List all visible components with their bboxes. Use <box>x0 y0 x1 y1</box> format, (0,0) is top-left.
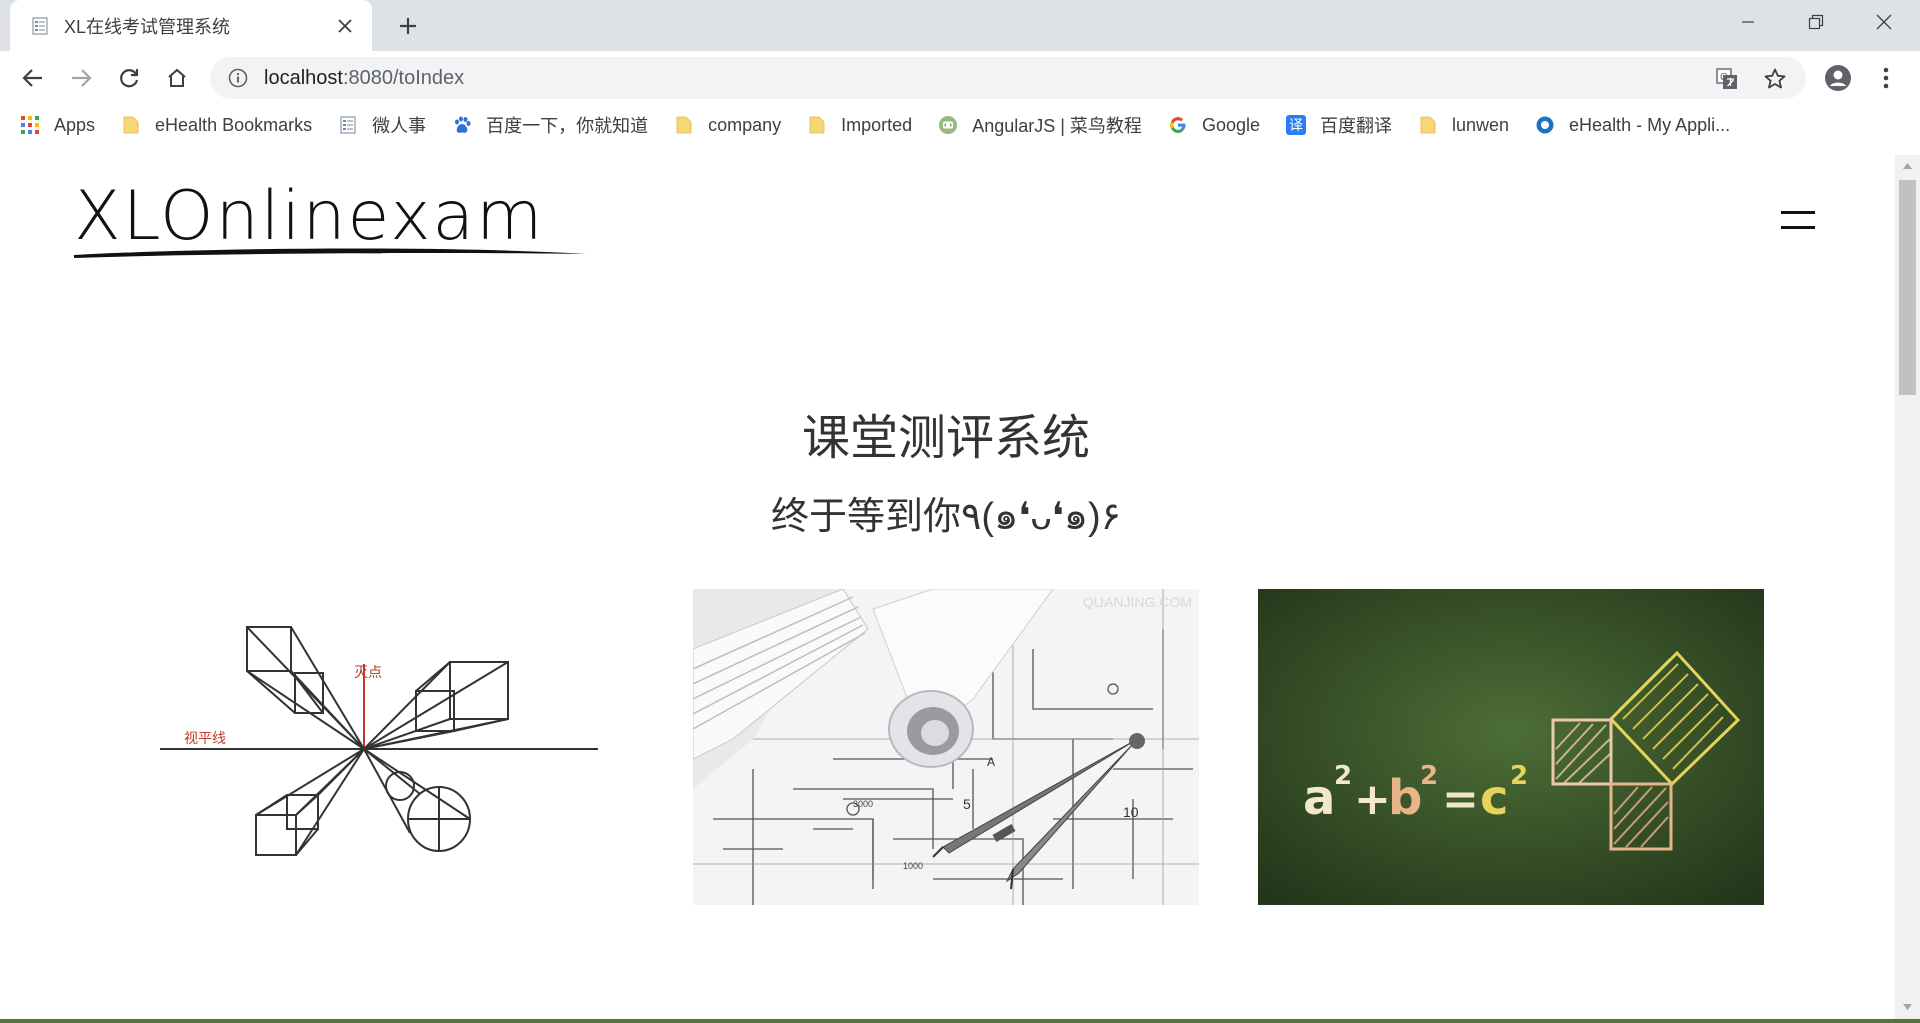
bookmark-google[interactable]: Google <box>1168 109 1260 141</box>
site-logo[interactable]: XLOnlinexam <box>74 177 586 259</box>
bookmark-weirenshi[interactable]: 微人事 <box>338 109 426 141</box>
bookmark-label: 百度翻译 <box>1319 116 1392 136</box>
home-button[interactable] <box>160 61 194 95</box>
folder-icon <box>809 116 825 134</box>
restore-button[interactable] <box>1782 0 1850 44</box>
baidu-translate-icon: 译 <box>1285 115 1306 135</box>
blueprint-label-1000: 1000 <box>903 861 923 871</box>
bookmark-imported[interactable]: Imported <box>807 109 912 141</box>
forward-button[interactable] <box>64 61 98 95</box>
folder-icon <box>676 116 692 134</box>
page-viewport: XLOnlinexam 课堂测评系统 终于等到你٩(๑❛ᴗ❛๑)۶ 灭点 视平线 <box>0 155 1920 1019</box>
blueprint-label-10: 10 <box>1123 804 1139 820</box>
bookmark-lunwen[interactable]: lunwen <box>1418 109 1509 141</box>
formula-plus: + <box>1354 774 1391 825</box>
blueprint-label-a: A <box>987 755 995 769</box>
bookmark-label: eHealth - My Appli... <box>1569 114 1731 135</box>
close-window-button[interactable] <box>1850 0 1918 44</box>
translate-icon[interactable]: G <box>1714 66 1740 92</box>
folder-icon <box>123 116 139 134</box>
apps-grid-icon <box>21 116 39 134</box>
bookmark-baidu[interactable]: 百度一下，你就知道 <box>452 109 648 141</box>
vanishing-point-label: 灭点 <box>354 665 382 681</box>
page-icon <box>32 16 48 35</box>
watermark-text: QUANJING.COM <box>1083 594 1192 610</box>
back-button[interactable] <box>16 61 50 95</box>
bookmark-label: 微人事 <box>372 116 427 136</box>
taskbar-edge <box>0 1019 1920 1023</box>
arrow-right-icon <box>72 69 92 87</box>
new-tab-button[interactable] <box>392 10 424 42</box>
bookmark-label: lunwen <box>1451 114 1510 135</box>
bookmark-label: AngularJS | 菜鸟教程 <box>972 116 1142 136</box>
account-circle-icon <box>1825 65 1851 91</box>
logo-swoosh <box>74 248 586 258</box>
bookmark-ehealth-app[interactable]: eHealth - My Appli... <box>1535 109 1730 141</box>
bookmark-label: Imported <box>841 114 913 135</box>
page-title: 课堂测评系统 <box>801 412 1090 465</box>
minimize-button[interactable] <box>1714 0 1782 44</box>
reload-icon <box>120 69 139 88</box>
tab-title: XL在线考试管理系统 <box>64 16 231 37</box>
card-pythagorean-chalkboard[interactable]: a 2 + b 2 = c 2 <box>1258 589 1764 905</box>
scroll-up-arrow-icon[interactable] <box>1899 157 1916 174</box>
translate-badge: G <box>1720 72 1728 83</box>
blueprint-label-5: 5 <box>963 796 971 812</box>
perspective-illustration: 灭点 视平线 <box>152 589 658 905</box>
bookmark-apps[interactable]: Apps <box>20 109 95 141</box>
profile-button[interactable] <box>1821 61 1855 95</box>
arrow-left-icon <box>22 69 42 87</box>
page-subtitle: 终于等到你٩(๑❛ᴗ❛๑)۶ <box>770 496 1122 538</box>
formula-a: a <box>1303 770 1335 826</box>
formula-c-exp: 2 <box>1510 761 1528 791</box>
tab-strip: XL在线考试管理系统 <box>0 0 1920 51</box>
hamburger-menu-icon[interactable] <box>1781 206 1815 232</box>
blueprint-label-3000: 3000 <box>853 799 873 809</box>
bookmark-label: 百度一下，你就知道 <box>486 116 649 136</box>
reload-button[interactable] <box>112 61 146 95</box>
folder-icon <box>1420 116 1436 134</box>
bookmark-label: Google <box>1201 114 1260 135</box>
browser-toolbar: localhost :8080/toIndex G <box>0 51 1920 104</box>
bookmark-ehealth-bookmarks[interactable]: eHealth Bookmarks <box>121 109 312 141</box>
bookmark-label: company <box>708 114 782 135</box>
card-blueprint-compass[interactable]: QUANJING.COM A 5 10 1000 3000 <box>693 589 1199 905</box>
home-icon <box>168 68 186 87</box>
url-host: localhost <box>264 66 343 89</box>
close-tab-icon[interactable] <box>334 15 356 37</box>
baidu-paw-icon <box>455 116 471 133</box>
more-vert-icon <box>1883 67 1889 89</box>
scrollbar-thumb[interactable] <box>1899 180 1916 395</box>
chalkboard-illustration: a 2 + b 2 = c 2 <box>1258 589 1764 905</box>
google-g-icon <box>1169 117 1186 133</box>
bookmark-company[interactable]: company <box>674 109 781 141</box>
page-icon <box>340 116 356 134</box>
ehealth-ring-icon <box>1536 116 1554 134</box>
formula-c: c <box>1480 770 1508 826</box>
address-bar[interactable]: localhost :8080/toIndex G <box>210 57 1806 99</box>
formula-b: b <box>1388 770 1422 826</box>
formula-a-exp: 2 <box>1334 761 1352 791</box>
logo-text: XLOnlinexam <box>74 177 545 256</box>
bookmark-label: Apps <box>54 114 96 135</box>
horizon-line-label: 视平线 <box>184 731 226 747</box>
scroll-down-arrow-icon[interactable] <box>1899 998 1916 1015</box>
runoob-icon <box>939 116 958 134</box>
bookmarks-bar: Apps eHealth Bookmarks 微人事 百度一下，你就知道 com… <box>0 104 1920 146</box>
menu-button[interactable] <box>1869 61 1903 95</box>
blueprint-illustration: QUANJING.COM A 5 10 1000 3000 <box>693 589 1199 905</box>
card-perspective-drawing[interactable]: 灭点 视平线 <box>152 589 658 905</box>
formula-b-exp: 2 <box>1420 761 1438 791</box>
browser-tab[interactable]: XL在线考试管理系统 <box>10 0 372 51</box>
url-path: :8080/toIndex <box>342 66 465 89</box>
bookmark-star-icon[interactable] <box>1762 66 1788 92</box>
info-icon[interactable] <box>226 66 250 90</box>
bookmark-baidu-translate[interactable]: 译 百度翻译 <box>1285 109 1392 141</box>
bookmark-angularjs[interactable]: AngularJS | 菜鸟教程 <box>938 109 1142 141</box>
bookmark-label: eHealth Bookmarks <box>155 114 313 135</box>
formula-equals: = <box>1442 774 1479 825</box>
